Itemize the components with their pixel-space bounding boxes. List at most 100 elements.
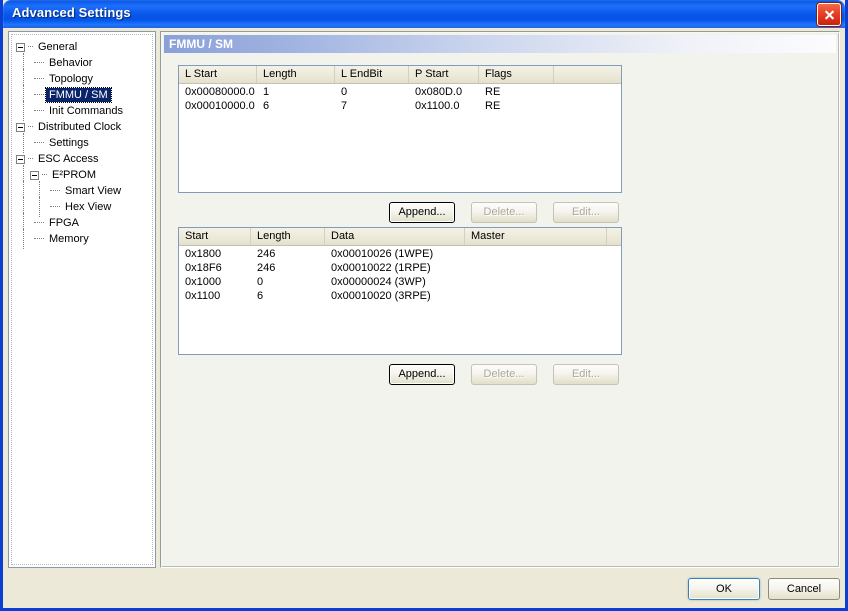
sm-table-cell: 0x18F6 xyxy=(185,262,222,274)
tree-guide-line xyxy=(39,197,40,217)
fmmu-table-cell xyxy=(554,99,621,113)
tree-connector xyxy=(28,46,33,48)
sm-table-row[interactable]: 0x1000 0 0x00000024 (3WP) xyxy=(179,275,621,289)
tree-collapse-icon[interactable] xyxy=(30,170,39,180)
fmmu-table-cell: 0 xyxy=(341,86,348,98)
tree-connector xyxy=(28,126,33,128)
fmmu-table-cell: 0x00010000.0 xyxy=(185,100,255,112)
sm-table-cell: 0x1800 xyxy=(185,248,222,260)
tree-connector xyxy=(42,174,47,176)
tree-item-esc-access[interactable]: ESC Access xyxy=(16,151,150,167)
sm-table-cell: 0x00000024 (3WP) xyxy=(331,276,426,288)
fmmu-delete-button: Delete... xyxy=(471,202,537,223)
tree-item-fpga[interactable]: FPGA xyxy=(16,213,150,233)
tree-item-label: Behavior xyxy=(49,57,93,70)
sm-table-cell xyxy=(465,247,607,261)
sm-table-row[interactable]: 0x18F6 246 0x00010022 (1RPE) xyxy=(179,261,621,275)
sm-table-cell xyxy=(607,289,621,303)
fmmu-table-cell: 6 xyxy=(263,100,270,112)
fmmu-column-header[interactable]: L Start xyxy=(179,66,257,83)
sm-table-row[interactable]: 0x1800 246 0x00010026 (1WPE) xyxy=(179,247,621,261)
sm-table-cell: 246 xyxy=(257,248,276,260)
tree-guide-line xyxy=(23,101,24,121)
tree-connector xyxy=(34,238,44,240)
fmmu-table-cell: RE xyxy=(485,100,501,112)
sm-table-cell xyxy=(607,261,621,275)
fmmu-table-cell xyxy=(554,85,621,99)
sm-table-body[interactable]: 0x1800 246 0x00010026 (1WPE) 0x18F6 246 0x000… xyxy=(179,246,621,303)
tree-connector xyxy=(34,78,44,80)
tree-connector xyxy=(34,94,44,96)
tree-item-label: General xyxy=(38,41,78,54)
sm-table-cell xyxy=(607,275,621,289)
window-title: Advanced Settings xyxy=(12,5,131,20)
sm-column-header[interactable] xyxy=(607,228,621,245)
close-icon[interactable] xyxy=(817,3,841,26)
tree-item-behavior[interactable]: Behavior xyxy=(16,53,150,73)
advanced-settings-dialog: Advanced Settings General Behavior Topolog… xyxy=(0,0,848,611)
fmmu-column-header[interactable]: P Start xyxy=(409,66,479,83)
tree-connector xyxy=(34,142,44,144)
tree-item-smart-view[interactable]: Smart View xyxy=(16,181,150,201)
tree-collapse-icon[interactable] xyxy=(16,42,25,52)
sm-column-header[interactable]: Master xyxy=(465,228,607,245)
sm-table-cell xyxy=(607,247,621,261)
tree-item-label: Hex View xyxy=(65,201,112,214)
sm-table-cell: 0x1000 xyxy=(185,276,222,288)
tree-item-init-commands[interactable]: Init Commands xyxy=(16,101,150,121)
title-bar: Advanced Settings xyxy=(3,0,845,28)
tree-connector xyxy=(34,62,44,64)
sm-table-header[interactable]: Start Length Data Master xyxy=(179,228,621,246)
sm-column-header[interactable]: Start xyxy=(179,228,251,245)
tree-item-label: E²PROM xyxy=(52,169,96,182)
fmmu-column-header[interactable]: L EndBit xyxy=(335,66,409,83)
tree-connector xyxy=(28,158,33,160)
tree-item-settings[interactable]: Settings xyxy=(16,133,150,153)
sm-column-header[interactable]: Data xyxy=(325,228,465,245)
fmmu-table-cell: 0x080D.0 xyxy=(415,86,463,98)
sm-table-cell xyxy=(465,275,607,289)
tree-collapse-icon[interactable] xyxy=(16,154,25,164)
sm-table-cell: 6 xyxy=(257,290,264,302)
fmmu-column-header[interactable]: Flags xyxy=(479,66,554,83)
fmmu-table-row[interactable]: 0x00010000.0 6 7 0x1100.0 RE xyxy=(179,99,621,113)
tree-item-fmmu-sm[interactable]: FMMU / SM xyxy=(16,85,150,105)
tree-guide-line xyxy=(23,133,24,153)
settings-tree[interactable]: General Behavior Topology FMMU / SM Init Com… xyxy=(11,34,153,565)
fmmu-table-cell: 0x00080000.0 xyxy=(185,86,255,98)
sm-column-header[interactable]: Length xyxy=(251,228,325,245)
settings-tree-panel: General Behavior Topology FMMU / SM Init Com… xyxy=(8,31,156,568)
fmmu-append-button[interactable]: Append... xyxy=(389,202,455,223)
tree-item-label: ESC Access xyxy=(38,153,99,166)
fmmu-table-header[interactable]: L Start Length L EndBit P Start Flags xyxy=(179,66,621,84)
tree-item-distributed-clock[interactable]: Distributed Clock xyxy=(16,119,150,135)
fmmu-listview[interactable]: L Start Length L EndBit P Start Flags 0x0008… xyxy=(178,65,622,193)
tree-item-label: Settings xyxy=(49,137,89,150)
tree-item-label: FMMU / SM xyxy=(45,87,112,104)
tree-item-general[interactable]: General xyxy=(16,39,150,55)
sm-table-cell: 0x00010020 (3RPE) xyxy=(331,290,431,302)
fmmu-table-cell: 0x1100.0 xyxy=(415,100,460,112)
fmmu-column-header[interactable] xyxy=(554,66,621,83)
sm-table-cell: 0x00010026 (1WPE) xyxy=(331,248,434,260)
sm-append-button[interactable]: Append... xyxy=(389,364,455,385)
sm-table-row[interactable]: 0x1100 6 0x00010020 (3RPE) xyxy=(179,289,621,303)
sm-listview[interactable]: Start Length Data Master 0x1800 246 0x0001002… xyxy=(178,227,622,355)
fmmu-column-header[interactable]: Length xyxy=(257,66,335,83)
sm-edit-button: Edit... xyxy=(553,364,619,385)
sm-table-cell xyxy=(465,261,607,275)
dialog-client-area: General Behavior Topology FMMU / SM Init Com… xyxy=(3,28,845,608)
sm-table-cell xyxy=(465,289,607,303)
fmmu-table-body[interactable]: 0x00080000.0 1 0 0x080D.0 RE 0x00010000.0 6 7 0x… xyxy=(179,84,621,113)
tree-collapse-icon[interactable] xyxy=(16,122,25,132)
tree-item-hex-view[interactable]: Hex View xyxy=(16,197,150,217)
ok-button[interactable]: OK xyxy=(688,578,760,600)
tree-item-topology[interactable]: Topology xyxy=(16,69,150,89)
tree-connector xyxy=(50,190,60,192)
tree-item-memory[interactable]: Memory xyxy=(16,229,150,249)
tree-item-e-prom[interactable]: E²PROM xyxy=(16,165,150,185)
tree-guide-line xyxy=(23,229,24,249)
tree-item-label: Topology xyxy=(49,73,94,86)
fmmu-table-row[interactable]: 0x00080000.0 1 0 0x080D.0 RE xyxy=(179,85,621,99)
cancel-button[interactable]: Cancel xyxy=(768,578,840,600)
